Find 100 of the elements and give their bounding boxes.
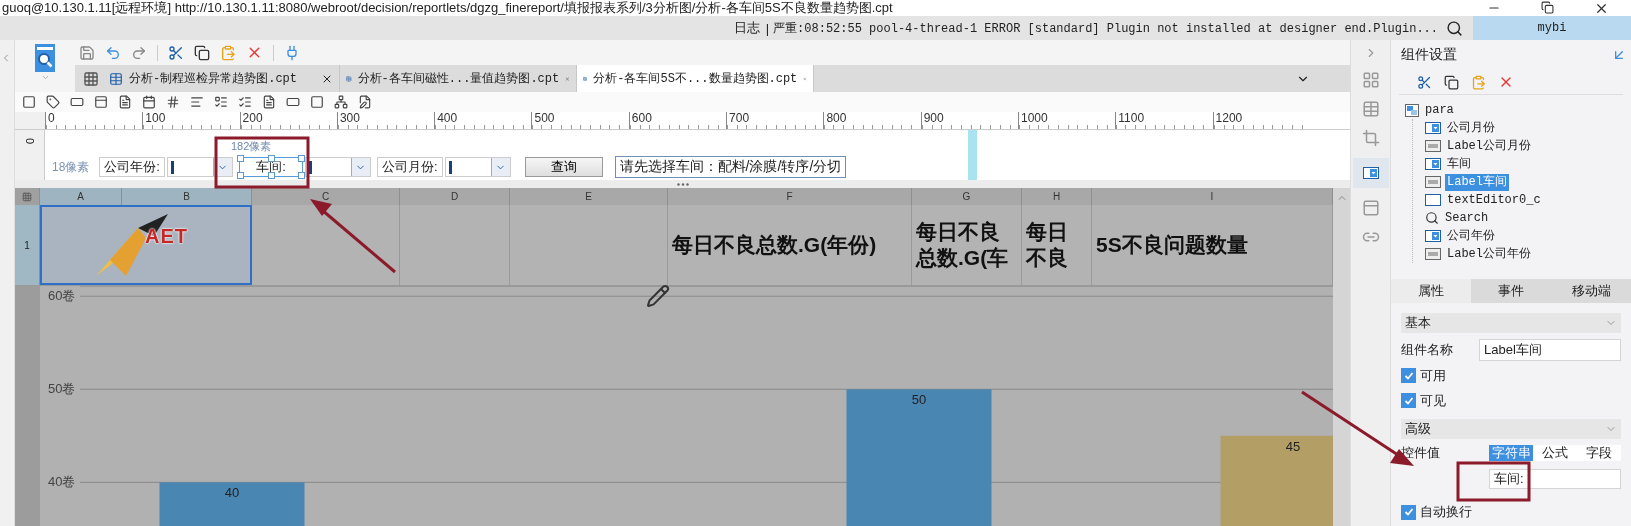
tree-item[interactable]: Label公司月份 [1445, 137, 1533, 155]
tree-item[interactable]: Label公司年份 [1445, 245, 1533, 263]
resize-handle-icon[interactable] [676, 182, 689, 186]
separator-text: | [765, 20, 770, 36]
field-label: 组件名称 [1401, 341, 1454, 359]
header-cell[interactable]: 每日不良 [1022, 205, 1092, 285]
check-icon [1403, 370, 1414, 381]
edit-icon[interactable] [358, 95, 372, 109]
widget-label[interactable]: 车间: [239, 157, 303, 177]
section-header[interactable]: 基本 [1401, 313, 1621, 333]
axis-label: 50卷 [48, 381, 76, 397]
dropdown-widget-icon [1425, 158, 1441, 170]
calendar-icon[interactable] [142, 95, 156, 109]
select-all-icon[interactable] [22, 191, 32, 202]
checkbox-icon[interactable] [310, 95, 324, 109]
checkbox[interactable] [1401, 393, 1416, 408]
axis-label: 60卷 [48, 288, 76, 304]
label-widget-icon [1425, 140, 1441, 152]
header-cell[interactable]: 每日不良总数.G(车 [912, 205, 1022, 285]
property-tab[interactable]: 属性 [1391, 279, 1471, 303]
check-icon [1403, 395, 1414, 406]
row-header[interactable]: 1 [15, 205, 40, 285]
dropdown-field[interactable] [167, 157, 233, 177]
dropdown-box-icon[interactable] [94, 95, 108, 109]
dropdown-field[interactable] [305, 157, 371, 177]
width-hint: 182像素 [231, 140, 272, 152]
widget-settings-icon [1362, 167, 1379, 179]
table-info-icon[interactable] [1361, 100, 1380, 118]
dropdown-field[interactable] [444, 157, 511, 177]
pencil-icon [646, 284, 670, 308]
grid-icon[interactable] [1361, 71, 1380, 89]
column-header[interactable]: C [252, 188, 400, 205]
template-icon[interactable] [33, 43, 57, 73]
query-button[interactable]: 查询 [524, 157, 603, 177]
section-title: 高级 [1405, 420, 1431, 438]
checkbox-label: 自动换行 [1420, 503, 1472, 521]
value-label: 40 [224, 485, 240, 501]
report-file-icon [109, 71, 123, 86]
label-widget-icon [1425, 248, 1441, 260]
redo-icon[interactable] [131, 44, 147, 61]
number-box-icon[interactable] [166, 95, 180, 109]
cut-icon[interactable] [168, 44, 184, 61]
form-icon[interactable] [118, 95, 132, 109]
height-hint: 18像素 [52, 158, 90, 176]
search-icon [1425, 211, 1439, 225]
tree-item[interactable]: Search [1443, 209, 1491, 227]
window-title: guoq@10.130.1.11[远程环境] http://10.130.1.11:8080/webroot/decision/reportlets/dgzg_finereport/填报报表系列/3分析图/分析-各车间5S不良数量趋势图.cpt [1, 0, 893, 16]
column-header[interactable]: E [510, 188, 668, 205]
copy-icon[interactable] [194, 44, 210, 61]
widget-label[interactable]: 公司年份: [99, 157, 165, 177]
checkbox[interactable] [1401, 504, 1416, 520]
form-root-icon [1405, 103, 1419, 117]
header-cell[interactable]: 5S不良问题数量 [1092, 205, 1333, 285]
axis-label: 40卷 [48, 474, 76, 490]
checkbox-list-icon[interactable] [238, 95, 252, 109]
plug-icon[interactable] [284, 44, 300, 61]
text-area-icon[interactable] [262, 95, 276, 109]
text-field-icon[interactable] [70, 95, 84, 109]
tree-icon[interactable] [334, 95, 348, 109]
log-label[interactable]: 日志 [733, 19, 760, 37]
user-name[interactable]: mybi [1473, 16, 1631, 40]
column-header[interactable]: I [1092, 188, 1333, 205]
column-header[interactable]: G [912, 188, 1022, 205]
file-tab[interactable]: 分析-各车间5S不...数量趋势图.cpt [577, 65, 814, 92]
section-header[interactable]: 高级 [1401, 419, 1621, 439]
panel-title: 组件设置 [1401, 46, 1457, 64]
ruler-mark: 0 [23, 137, 37, 145]
value-label: 45 [1285, 438, 1301, 454]
label-box-icon[interactable] [46, 95, 60, 109]
search-icon[interactable] [1446, 19, 1463, 37]
tree-item[interactable]: 公司年份 [1445, 227, 1497, 245]
header-cell[interactable]: 每日不良总数.G(年份) [668, 205, 912, 285]
column-header[interactable]: B [122, 188, 252, 205]
password-field-icon[interactable] [286, 95, 300, 109]
radio-list-icon[interactable] [214, 95, 228, 109]
copy-icon[interactable] [1444, 74, 1459, 90]
tab-list-icon[interactable] [83, 70, 99, 87]
column-header[interactable]: H [1022, 188, 1092, 205]
tree-item[interactable]: textEditor0_c [1445, 191, 1543, 209]
tree-item[interactable]: 公司月份 [1445, 119, 1497, 137]
value-field[interactable]: 车间: [1489, 469, 1621, 489]
hint-text: 请先选择车间：配料/涂膜/转序/分切 [614, 156, 847, 178]
tree-root[interactable]: para [1423, 101, 1456, 119]
tree-item[interactable]: 车间 [1445, 155, 1473, 173]
column-header[interactable]: F [668, 188, 912, 205]
name-field[interactable]: Label车间 [1479, 339, 1621, 361]
undo-icon[interactable] [105, 44, 121, 61]
column-header[interactable]: D [400, 188, 510, 205]
dropdown-widget-icon [1425, 230, 1441, 242]
save-icon[interactable] [79, 44, 95, 61]
value-label: 50 [911, 392, 927, 408]
restore-icon[interactable] [1541, 0, 1554, 14]
checkbox[interactable] [1401, 368, 1416, 383]
column-header[interactable]: A [40, 188, 122, 205]
cut-icon[interactable] [1417, 74, 1432, 90]
text-field-icon [1425, 194, 1441, 206]
list-icon[interactable] [190, 95, 204, 109]
dropdown-widget-icon [1425, 122, 1441, 134]
widget-label[interactable]: 公司月份: [377, 157, 443, 177]
section-title: 基本 [1405, 314, 1431, 332]
